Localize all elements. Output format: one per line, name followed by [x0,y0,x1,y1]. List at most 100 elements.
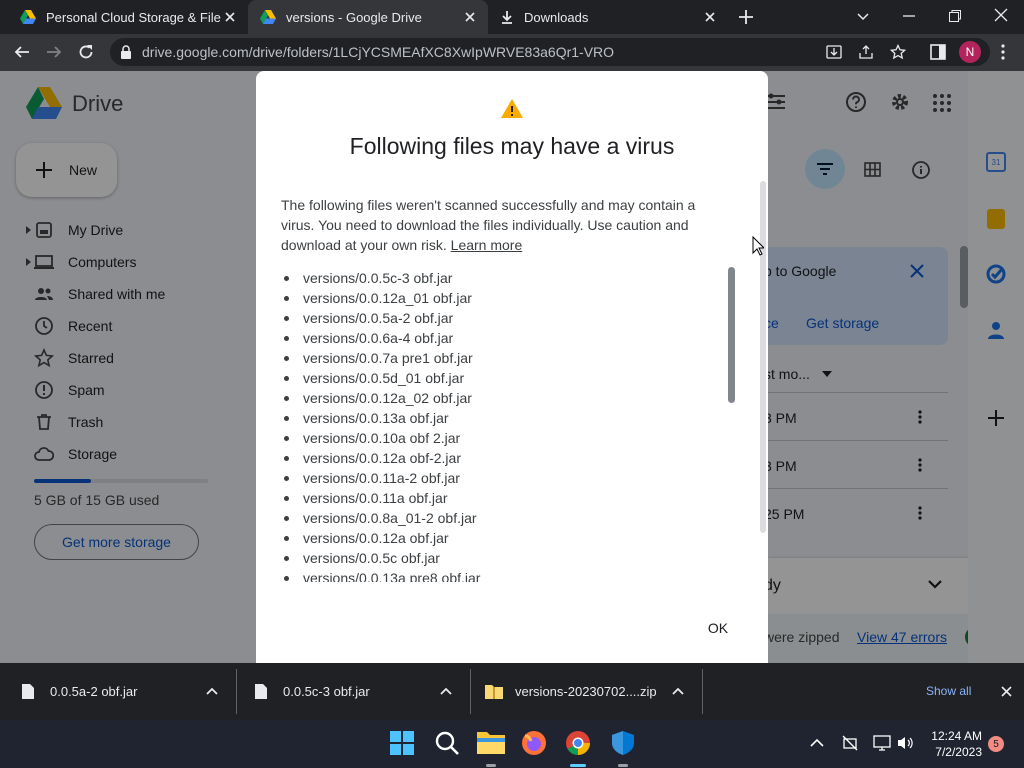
learn-more-link[interactable]: Learn more [451,237,523,253]
file-list-item: versions/0.0.5a-2 obf.jar [281,308,721,328]
file-path: versions/0.0.11a obf.jar [303,490,448,506]
close-tab-icon[interactable] [222,9,238,25]
clock-date: 7/2/2023 [935,745,982,759]
running-indicator [486,764,496,767]
file-list-item: versions/0.0.11a obf.jar [281,488,721,508]
restore-window-icon[interactable] [948,9,962,23]
close-window-icon[interactable] [994,8,1008,22]
file-list-item: versions/0.0.12a_01 obf.jar [281,288,721,308]
network-disconnected-icon[interactable] [842,735,858,751]
file-path: versions/0.0.11a-2 obf.jar [303,470,460,486]
bullet-icon [284,455,289,461]
clock-time: 12:24 AM [931,729,982,743]
file-list-item: versions/0.0.8a_01-2 obf.jar [281,508,721,528]
bookmark-star-icon[interactable] [890,44,906,60]
zip-folder-icon [485,684,503,699]
bullet-icon [284,275,289,281]
download-file-name: 0.0.5c-3 obf.jar [283,684,370,699]
reload-icon[interactable] [78,44,94,60]
file-path: versions/0.0.7a pre1 obf.jar [303,350,473,366]
bullet-icon [284,555,289,561]
back-arrow-icon[interactable] [14,44,30,60]
dialog-body: The following files weren't scanned succ… [281,195,721,255]
browser-toolbar: drive.google.com/drive/folders/1LCjYCSME… [0,34,1024,71]
download-favicon-icon [500,10,514,24]
file-list-item: versions/0.0.12a_02 obf.jar [281,388,721,408]
network-icon[interactable] [873,735,891,751]
download-item[interactable]: 0.0.5a-2 obf.jar [0,663,236,720]
file-list-item: versions/0.0.6a-4 obf.jar [281,328,721,348]
bullet-icon [284,315,289,321]
download-item[interactable]: versions-20230702....zip [471,663,702,720]
mouse-cursor-icon [752,236,764,256]
bullet-icon [284,515,289,521]
running-indicator [618,764,628,767]
forward-arrow-icon[interactable] [46,44,62,60]
bullet-icon [284,295,289,301]
google-drive-favicon-icon [20,10,36,24]
file-list-item: versions/0.0.13a obf.jar [281,408,721,428]
file-list-item: versions/0.0.7a pre1 obf.jar [281,348,721,368]
lock-icon[interactable] [120,45,132,59]
close-downloads-bar-icon[interactable] [1001,686,1012,697]
tab-title: Personal Cloud Storage & File Sh [46,9,222,25]
bullet-icon [284,435,289,441]
dialog-title: Following files may have a virus [349,133,675,159]
file-path: versions/0.0.13a obf.jar [303,410,449,426]
install-app-icon[interactable] [826,44,842,60]
file-list-item: versions/0.0.12a obf.jar [281,528,721,548]
url-text: drive.google.com/drive/folders/1LCjYCSME… [142,44,615,60]
file-list-scrollbar-thumb[interactable] [728,267,735,403]
bullet-icon [284,475,289,481]
file-path: versions/0.0.10a obf 2.jar [303,430,461,446]
dialog-scrollbar-thumb[interactable] [760,181,766,533]
bullet-icon [284,375,289,381]
volume-icon[interactable] [897,735,913,751]
tab-title: Downloads [524,9,589,25]
tab-versions-google-drive[interactable]: versions - Google Drive [248,0,488,34]
download-separator [702,669,703,714]
close-tab-icon[interactable] [462,9,478,25]
file-list-item: versions/0.0.12a obf-2.jar [281,448,721,468]
new-tab-plus-icon[interactable] [738,9,754,25]
windows-taskbar: 12:24 AM 7/2/2023 5 [0,720,1024,768]
file-path: versions/0.0.5c obf.jar [303,550,440,566]
bullet-icon [284,415,289,421]
file-path: versions/0.0.6a-4 obf.jar [303,330,454,346]
side-panel-icon[interactable] [930,44,946,60]
file-explorer-icon[interactable] [477,730,505,758]
download-options-chevron-icon[interactable] [440,687,452,695]
ok-button[interactable]: OK [694,613,742,643]
file-list-item: versions/0.0.11a-2 obf.jar [281,468,721,488]
bullet-icon [284,355,289,361]
share-icon[interactable] [858,44,874,60]
more-menu-icon[interactable] [1000,44,1006,60]
file-list: versions/0.0.5c-3 obf.jar versions/0.0.12… [281,268,721,582]
search-icon[interactable] [434,730,462,758]
minimize-icon[interactable] [902,9,916,23]
download-item[interactable]: 0.0.5c-3 obf.jar [237,663,470,720]
file-path: versions/0.0.5c-3 obf.jar [303,270,453,286]
tab-search-chevron-icon[interactable] [856,9,870,23]
taskbar-clock[interactable]: 12:24 AM 7/2/2023 [931,728,982,760]
show-all-button[interactable]: Show all [926,684,971,698]
file-icon [255,684,267,699]
file-path: versions/0.0.13a pre8 obf.jar [303,570,481,582]
windows-security-icon[interactable] [610,730,638,758]
firefox-icon[interactable] [521,730,549,758]
tab-downloads[interactable]: Downloads [488,0,728,34]
close-tab-icon[interactable] [702,9,718,25]
bullet-icon [284,495,289,501]
tab-personal-cloud-storage[interactable]: Personal Cloud Storage & File Sh [8,0,248,34]
show-hidden-icons-chevron-icon[interactable] [810,738,824,747]
file-list-item: versions/0.0.5c obf.jar [281,548,721,568]
browser-tab-bar: Personal Cloud Storage & File Sh version… [0,0,1024,34]
download-options-chevron-icon[interactable] [672,687,684,695]
browser-profile-avatar[interactable]: N [959,41,981,63]
file-path: versions/0.0.8a_01-2 obf.jar [303,510,477,526]
notification-badge[interactable]: 5 [988,736,1004,752]
bullet-icon [284,535,289,541]
windows-start-icon[interactable] [389,730,417,758]
download-options-chevron-icon[interactable] [206,687,218,695]
chrome-icon[interactable] [565,730,593,758]
